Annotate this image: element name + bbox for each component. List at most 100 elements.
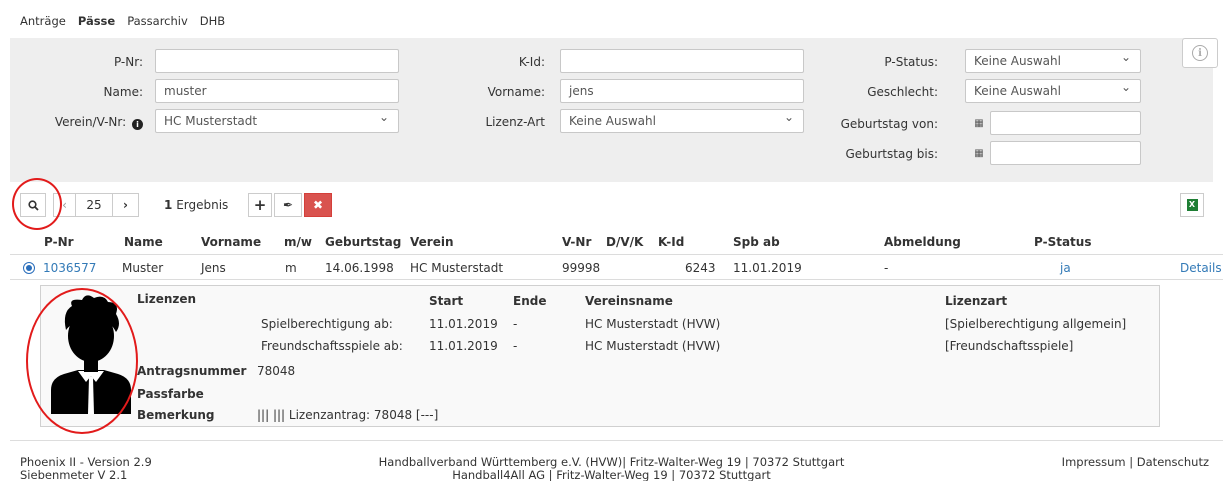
cell-name: Muster <box>122 261 164 275</box>
nav-passarchiv[interactable]: Passarchiv <box>127 14 188 28</box>
kid-input[interactable] <box>560 49 804 73</box>
next-page-button[interactable]: › <box>113 193 139 217</box>
footer-address-hvw: Handballverband Württemberg e.V. (HVW)| … <box>378 455 845 469</box>
geb-von-label: Geburtstag von: <box>840 117 938 131</box>
col-start-label: Start <box>429 294 464 308</box>
col-ende-label: Ende <box>513 294 547 308</box>
prev-page-button[interactable]: ‹ <box>53 193 75 217</box>
license-art: [Freundschaftsspiele] <box>945 339 1074 353</box>
cell-mw: m <box>285 261 297 275</box>
nav-antraege[interactable]: Anträge <box>20 14 66 28</box>
geb-von-input[interactable] <box>990 111 1141 135</box>
bemerkung-value: ||| ||| Lizenzantrag: 78048 [---] <box>257 408 439 422</box>
cell-pstatus[interactable]: ja <box>1060 261 1071 275</box>
lizenzen-label: Lizenzen <box>137 292 197 306</box>
license-verein: HC Musterstadt (HVW) <box>585 339 721 353</box>
details-link[interactable]: Details <box>1180 261 1222 275</box>
pnr-input[interactable] <box>155 49 399 73</box>
name-input[interactable]: muster <box>155 79 399 103</box>
col-header-abmeldung[interactable]: Abmeldung <box>884 235 961 249</box>
col-header-kid[interactable]: K-Id <box>658 235 684 249</box>
geb-bis-label: Geburtstag bis: <box>845 147 938 161</box>
cell-vnr: 99998 <box>562 261 601 275</box>
excel-export-button[interactable]: X <box>1180 193 1204 217</box>
edit-button[interactable]: ✒ <box>274 193 302 217</box>
radio-dot <box>26 265 32 271</box>
col-header-dvk[interactable]: D/V/K <box>606 235 643 249</box>
col-header-name[interactable]: Name <box>124 235 163 249</box>
vorname-label: Vorname: <box>487 85 545 99</box>
col-header-spb-ab[interactable]: Spb ab <box>733 235 780 249</box>
add-button[interactable]: + <box>248 193 272 217</box>
avatar <box>51 295 131 414</box>
col-header-vnr[interactable]: V-Nr <box>562 235 591 249</box>
license-start: 11.01.2019 <box>429 317 498 331</box>
cell-pnr[interactable]: 1036577 <box>43 261 96 275</box>
geschlecht-select-value: Keine Auswahl <box>974 84 1061 98</box>
footer-address-h4a: Handball4All AG | Fritz-Walter-Weg 19 | … <box>452 468 771 481</box>
pencil-icon: ✒ <box>282 198 294 212</box>
pstatus-select[interactable]: Keine Auswahl <box>965 49 1141 73</box>
info-circle-icon[interactable]: i <box>132 119 143 130</box>
col-header-pstatus[interactable]: P-Status <box>1034 235 1091 249</box>
license-label: Spielberechtigung ab: <box>261 317 393 331</box>
license-ende: - <box>513 317 518 331</box>
lizenzart-select[interactable]: Keine Auswahl <box>560 109 804 133</box>
col-lizenzart-label: Lizenzart <box>945 294 1008 308</box>
col-vereinsname-label: Vereinsname <box>585 294 673 308</box>
footer-separator: | <box>1129 455 1134 469</box>
verein-select[interactable]: HC Musterstadt <box>155 109 399 133</box>
row-divider <box>10 279 1223 280</box>
name-label: Name: <box>103 85 143 99</box>
lizenzart-select-value: Keine Auswahl <box>569 114 656 128</box>
geschlecht-select[interactable]: Keine Auswahl <box>965 79 1141 103</box>
vorname-input[interactable]: jens <box>560 79 804 103</box>
col-header-mw[interactable]: m/w <box>284 235 312 249</box>
verein-label: Verein/V-Nr: i <box>10 115 143 130</box>
search-button[interactable] <box>20 193 46 217</box>
cell-geburtstag: 14.06.1998 <box>325 261 394 275</box>
pstatus-select-value: Keine Auswahl <box>974 54 1061 68</box>
col-header-vorname[interactable]: Vorname <box>201 235 261 249</box>
delete-button[interactable]: ✖ <box>304 193 332 217</box>
antragsnummer-link[interactable]: 78048 <box>257 364 295 378</box>
row-radio[interactable] <box>23 262 35 274</box>
filter-panel: P-Nr: Name: muster Verein/V-Nr: i HC Mus… <box>10 38 1218 182</box>
footer-links: Impressum | Datenschutz <box>1062 455 1209 469</box>
search-icon <box>27 199 39 211</box>
nav-dhb[interactable]: DHB <box>200 14 225 28</box>
cell-verein: HC Musterstadt <box>410 261 504 275</box>
license-art: [Spielberechtigung allgemein] <box>945 317 1127 331</box>
datenschutz-link[interactable]: Datenschutz <box>1137 455 1209 469</box>
calendar-icon[interactable]: ▦ <box>968 141 990 165</box>
close-icon: ✖ <box>312 198 324 212</box>
top-nav: Anträge Pässe Passarchiv DHB <box>20 14 225 28</box>
result-count-number: 1 <box>164 198 173 212</box>
cell-kid: 6243 <box>685 261 716 275</box>
cell-vorname: Jens <box>201 261 226 275</box>
lizenzart-label: Lizenz-Art <box>485 115 545 129</box>
info-button[interactable]: i <box>1182 38 1218 68</box>
calendar-icon[interactable]: ▦ <box>968 111 990 135</box>
verein-select-value: HC Musterstadt <box>164 114 258 128</box>
plus-icon: + <box>253 196 267 214</box>
page-size-field[interactable]: 25 <box>75 193 113 217</box>
license-ende: - <box>513 339 518 353</box>
license-start: 11.01.2019 <box>429 339 498 353</box>
antragsnummer-label: Antragsnummer <box>137 364 247 378</box>
page-size-value: 25 <box>86 198 102 212</box>
col-header-verein[interactable]: Verein <box>410 235 453 249</box>
result-count-label: Ergebnis <box>176 198 229 212</box>
geb-bis-input[interactable] <box>990 141 1141 165</box>
header-divider <box>10 254 1223 255</box>
result-count: 1 Ergebnis <box>164 198 228 212</box>
col-header-geburtstag[interactable]: Geburtstag <box>325 235 401 249</box>
kid-label: K-Id: <box>518 55 545 69</box>
detail-panel: Lizenzen Start Ende Vereinsname Lizenzar… <box>40 285 1160 427</box>
impressum-link[interactable]: Impressum <box>1062 455 1126 469</box>
chevron-right-icon: › <box>123 198 128 212</box>
footer-divider <box>10 440 1223 441</box>
nav-paesse[interactable]: Pässe <box>78 14 115 28</box>
col-header-pnr[interactable]: P-Nr <box>44 235 74 249</box>
geschlecht-label: Geschlecht: <box>867 85 938 99</box>
